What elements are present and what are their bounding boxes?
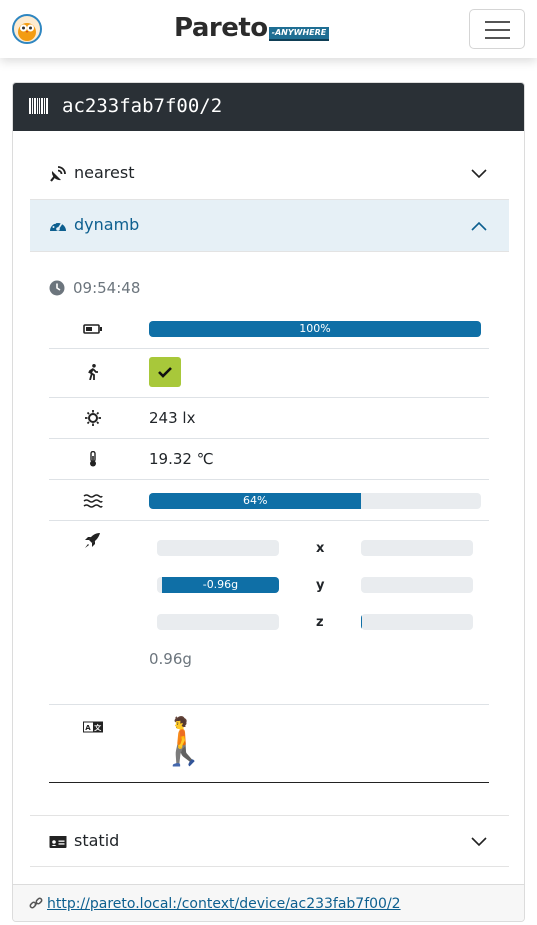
rocket-icon xyxy=(85,533,100,548)
acceleration-magnitude: 0.96g xyxy=(149,650,192,668)
brand-logo[interactable]: Pareto -ANYWHERE xyxy=(174,12,330,44)
accel-y-positive-bar xyxy=(361,577,473,593)
axis-x-label: x xyxy=(316,541,325,556)
satellite-dish-icon xyxy=(50,166,66,182)
battery-progress: 100% xyxy=(149,321,481,337)
humidity-progress-bar: 64% xyxy=(149,493,362,509)
chevron-down-icon xyxy=(471,169,487,179)
svg-text:文: 文 xyxy=(94,723,102,732)
axis-z-label: z xyxy=(316,615,324,630)
card-footer: http://pareto.local:/context/device/ac23… xyxy=(13,884,524,921)
hamburger-icon xyxy=(485,21,510,23)
barcode-icon xyxy=(29,98,48,114)
illuminance-value: 243 lx xyxy=(149,409,196,427)
checkmark-icon xyxy=(158,367,172,378)
owl-logo-icon[interactable] xyxy=(12,14,42,44)
battery-icon xyxy=(83,324,102,334)
brand-name: Pareto xyxy=(174,13,268,43)
temperature-value: 19.32 ℃ xyxy=(149,450,214,468)
brand-tagline: -ANYWHERE xyxy=(268,27,330,41)
accel-x-negative-bar xyxy=(157,540,279,556)
language-icon: A 文 xyxy=(83,721,103,733)
chevron-up-icon xyxy=(471,221,487,231)
device-context-link[interactable]: http://pareto.local:/context/device/ac23… xyxy=(47,896,401,912)
accordion-header-dynamb[interactable]: dynamb xyxy=(30,200,509,252)
device-id-title: ac233fab7f00/2 xyxy=(62,95,223,117)
accordion-label-statid: statid xyxy=(74,831,120,850)
accordion-header-nearest[interactable]: nearest xyxy=(30,148,509,200)
id-card-icon xyxy=(49,836,67,848)
accordion-header-statid[interactable]: statid xyxy=(30,815,509,867)
device-card: ac233fab7f00/2 nearest dynamb 09:54:48 1… xyxy=(12,82,525,922)
accel-z-negative-bar xyxy=(157,614,279,630)
accordion-label-nearest: nearest xyxy=(74,163,135,182)
activity-row: A 文 🚶 xyxy=(49,705,489,783)
thermometer-icon xyxy=(90,451,96,467)
svg-text:A: A xyxy=(85,724,91,732)
timestamp-value: 09:54:48 xyxy=(73,279,141,297)
water-waves-icon xyxy=(83,494,103,508)
accel-z-positive-bar xyxy=(361,614,473,630)
motion-detected-badge xyxy=(149,357,181,387)
accordion-label-dynamb: dynamb xyxy=(74,215,140,234)
battery-row: 100% xyxy=(49,308,489,349)
activity-walking-emoji: 🚶 xyxy=(155,714,213,768)
motion-row xyxy=(49,349,489,398)
link-icon xyxy=(29,897,43,909)
battery-progress-bar: 100% xyxy=(149,321,481,337)
accel-y-negative-fill: -0.96g xyxy=(161,577,279,593)
accel-z-positive-fill xyxy=(361,614,363,630)
chevron-down-icon xyxy=(471,837,487,847)
accel-x-positive-bar xyxy=(361,540,473,556)
clock-icon xyxy=(49,280,65,296)
sun-icon xyxy=(85,410,101,426)
navbar: Pareto -ANYWHERE xyxy=(0,0,537,58)
card-header: ac233fab7f00/2 xyxy=(13,83,524,131)
walking-person-icon xyxy=(88,364,98,380)
axis-y-label: y xyxy=(316,578,325,593)
acceleration-row: x -0.96g y z 0.96g xyxy=(49,521,489,705)
speedometer-icon xyxy=(50,220,66,231)
temperature-row: 19.32 ℃ xyxy=(49,439,489,480)
menu-toggle-button[interactable] xyxy=(469,9,525,49)
humidity-progress: 64% xyxy=(149,493,481,509)
humidity-row: 64% xyxy=(49,480,489,521)
illuminance-row: 243 lx xyxy=(49,398,489,439)
accel-y-negative-bar: -0.96g xyxy=(157,577,279,593)
